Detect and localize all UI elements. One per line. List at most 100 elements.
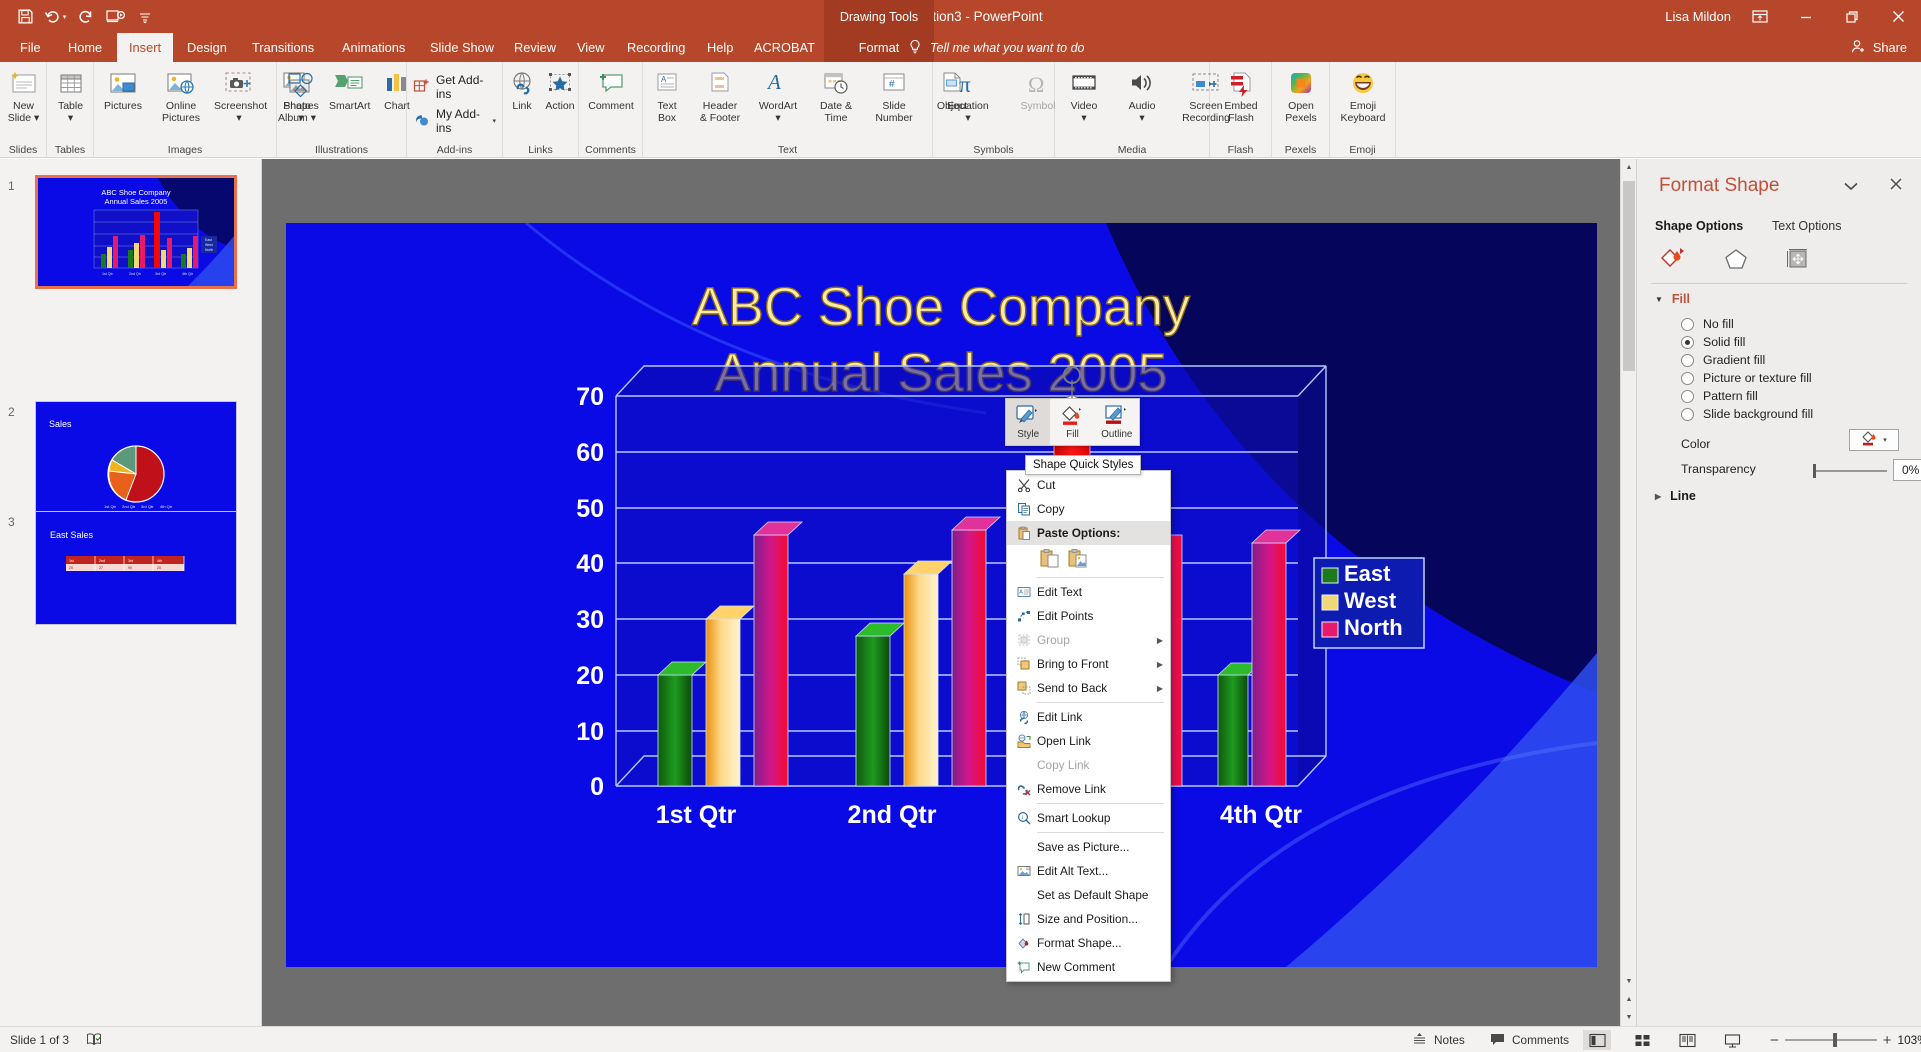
zoom-slider-track[interactable] bbox=[1784, 1033, 1877, 1047]
shape-outline-button[interactable]: Outline bbox=[1095, 399, 1139, 445]
line-section-header[interactable]: ▶ Line bbox=[1655, 489, 1696, 503]
context-menu-item-save-as-picture[interactable]: Save as Picture... bbox=[1007, 835, 1170, 859]
accessibility-checker[interactable] bbox=[86, 1027, 102, 1052]
redo-icon[interactable] bbox=[70, 2, 100, 32]
radio-solid-fill[interactable]: Solid fill bbox=[1681, 335, 1745, 349]
tab-view[interactable]: View bbox=[565, 33, 617, 62]
start-from-beginning-icon[interactable] bbox=[100, 2, 130, 32]
get-addins-button[interactable]: Get Add-ins bbox=[407, 70, 502, 104]
previous-slide-icon[interactable]: ▲ bbox=[1621, 991, 1637, 1008]
slide-area-scrollbar[interactable]: ▲ ▼ ▲ ▼ bbox=[1620, 159, 1636, 1026]
audio-button[interactable]: Audio ▾ bbox=[1113, 64, 1171, 136]
header-footer-button[interactable]: Header & Footer bbox=[691, 64, 749, 136]
wordart-button[interactable]: A WordArt ▾ bbox=[749, 64, 807, 136]
slide-thumbnail-panel[interactable]: 1 ABC Shoe Company Annual Sales 2005 1st… bbox=[0, 159, 262, 1026]
new-slide-button[interactable]: New Slide ▾ bbox=[0, 64, 47, 136]
context-menu-item-copy-link[interactable]: Copy Link bbox=[1007, 753, 1170, 777]
context-menu-item-bring-to-front[interactable]: Bring to Front ▶ bbox=[1007, 652, 1170, 676]
thumbnail-image-1[interactable]: ABC Shoe Company Annual Sales 2005 1st Q… bbox=[35, 175, 237, 289]
transparency-slider-track[interactable] bbox=[1815, 470, 1887, 472]
size-properties-icon[interactable] bbox=[1779, 243, 1817, 275]
tab-insert[interactable]: Insert bbox=[117, 33, 174, 62]
notes-button[interactable]: Notes bbox=[1412, 1027, 1465, 1052]
tab-recording[interactable]: Recording bbox=[615, 33, 697, 62]
slide-canvas[interactable]: ABC Shoe Company Annual Sales 2005 70605… bbox=[286, 223, 1597, 967]
scrollbar-thumb[interactable] bbox=[1623, 181, 1635, 371]
context-menu-item-open-link[interactable]: Open Link bbox=[1007, 729, 1170, 753]
video-button[interactable]: Video ▾ bbox=[1055, 64, 1113, 136]
online-pictures-button[interactable]: Online Pictures bbox=[152, 64, 210, 136]
radio-no-fill[interactable]: No fill bbox=[1681, 317, 1734, 331]
context-menu-item-send-to-back[interactable]: Send to Back ▶ bbox=[1007, 676, 1170, 700]
tab-acrobat[interactable]: ACROBAT bbox=[742, 33, 827, 62]
date-time-button[interactable]: Date & Time bbox=[807, 64, 865, 136]
scroll-down-icon[interactable]: ▼ bbox=[1621, 973, 1637, 990]
slide-counter[interactable]: Slide 1 of 3 bbox=[10, 1027, 69, 1052]
save-icon[interactable] bbox=[10, 2, 40, 32]
screenshot-button[interactable]: Screenshot ▾ bbox=[210, 64, 268, 136]
user-name[interactable]: Lisa Mildon bbox=[1665, 0, 1731, 33]
share-button[interactable]: Share bbox=[1851, 33, 1907, 62]
text-box-button[interactable]: A Text Box bbox=[643, 64, 691, 136]
tab-transitions[interactable]: Transitions bbox=[240, 33, 326, 62]
radio-pattern-fill[interactable]: Pattern fill bbox=[1681, 389, 1758, 403]
keep-source-formatting-icon[interactable] bbox=[1039, 547, 1061, 574]
tab-slide-show[interactable]: Slide Show bbox=[418, 33, 506, 62]
tab-help[interactable]: Help bbox=[695, 33, 745, 62]
smartart-button[interactable]: SmartArt bbox=[325, 64, 373, 136]
context-menu-item-remove-link[interactable]: Remove Link bbox=[1007, 777, 1170, 801]
transparency-input[interactable]: 0% bbox=[1893, 459, 1921, 481]
pictures-button[interactable]: Pictures bbox=[94, 64, 152, 136]
chevron-down-icon[interactable] bbox=[1843, 179, 1859, 197]
link-button[interactable]: Link bbox=[503, 64, 541, 136]
context-menu-item-format-shape[interactable]: Format Shape... bbox=[1007, 931, 1170, 955]
normal-view-button[interactable] bbox=[1583, 1030, 1611, 1050]
equation-button[interactable]: π Equation ▾ bbox=[933, 64, 1003, 136]
zoom-controls[interactable]: − + 103% bbox=[1770, 1027, 1921, 1052]
context-menu-item-size-and-position[interactable]: Size and Position... bbox=[1007, 907, 1170, 931]
fill-color-button[interactable]: ▾ bbox=[1849, 429, 1899, 451]
tab-text-options[interactable]: Text Options bbox=[1772, 219, 1841, 233]
shapes-button[interactable]: Shapes ▾ bbox=[277, 64, 325, 136]
radio-picture-or-texture-fill[interactable]: Picture or texture fill bbox=[1681, 371, 1812, 385]
emoji-keyboard-button[interactable]: Emoji Keyboard bbox=[1330, 64, 1396, 136]
context-menu-item-edit-alt-text[interactable]: Edit Alt Text... bbox=[1007, 859, 1170, 883]
comments-button[interactable]: Comments bbox=[1490, 1027, 1569, 1052]
tab-file[interactable]: File bbox=[8, 33, 53, 62]
context-menu-item-group[interactable]: Group ▶ bbox=[1007, 628, 1170, 652]
fill-line-icon[interactable] bbox=[1655, 243, 1693, 275]
undo-icon[interactable]: ▾ bbox=[40, 2, 70, 32]
tab-animations[interactable]: Animations bbox=[330, 33, 417, 62]
effects-icon[interactable] bbox=[1717, 243, 1755, 275]
chevron-down-icon[interactable]: ▾ bbox=[492, 117, 496, 125]
restore-icon[interactable] bbox=[1829, 0, 1875, 33]
context-menu-item-edit-points[interactable]: Edit Points bbox=[1007, 604, 1170, 628]
slide-show-view-button[interactable] bbox=[1718, 1030, 1746, 1050]
paste-options-row[interactable] bbox=[1007, 545, 1170, 575]
fill-section-header[interactable]: ▼ Fill bbox=[1655, 292, 1690, 306]
picture-icon[interactable] bbox=[1067, 547, 1089, 574]
thumbnail-slide-1[interactable]: 1 ABC Shoe Company Annual Sales 2005 1st… bbox=[0, 175, 262, 293]
close-icon[interactable] bbox=[1875, 0, 1921, 33]
context-menu-item-edit-text[interactable]: A Edit Text bbox=[1007, 580, 1170, 604]
scroll-up-icon[interactable]: ▲ bbox=[1621, 159, 1637, 176]
context-menu-item-smart-lookup[interactable]: i Smart Lookup bbox=[1007, 806, 1170, 830]
thumbnail-slide-2[interactable]: 2 Sales Sales 1st Qtr2nd Qtr3rd Qtr4th Q… bbox=[0, 287, 262, 515]
minimize-icon[interactable] bbox=[1783, 0, 1829, 33]
context-menu-item-edit-link[interactable]: Edit Link bbox=[1007, 705, 1170, 729]
close-icon[interactable] bbox=[1889, 177, 1903, 196]
customize-qat-icon[interactable] bbox=[130, 2, 160, 32]
context-menu-item-copy[interactable]: Copy bbox=[1007, 497, 1170, 521]
action-button[interactable]: Action bbox=[541, 64, 579, 136]
next-slide-icon[interactable]: ▼ bbox=[1621, 1009, 1637, 1026]
zoom-out-icon[interactable]: − bbox=[1770, 1032, 1779, 1049]
zoom-in-icon[interactable]: + bbox=[1883, 1032, 1892, 1049]
embed-flash-button[interactable]: Embed Flash bbox=[1210, 64, 1272, 136]
chevron-down-icon[interactable]: ▾ bbox=[1883, 436, 1887, 444]
tell-me-search[interactable]: Tell me what you want to do bbox=[908, 33, 1085, 62]
context-menu-item-new-comment[interactable]: New Comment bbox=[1007, 955, 1170, 979]
radio-slide-background-fill[interactable]: Slide background fill bbox=[1681, 407, 1813, 421]
ribbon-display-options-icon[interactable] bbox=[1737, 0, 1783, 33]
open-pexels-button[interactable]: Open Pexels bbox=[1272, 64, 1330, 136]
shape-style-button[interactable]: Style bbox=[1006, 399, 1051, 445]
